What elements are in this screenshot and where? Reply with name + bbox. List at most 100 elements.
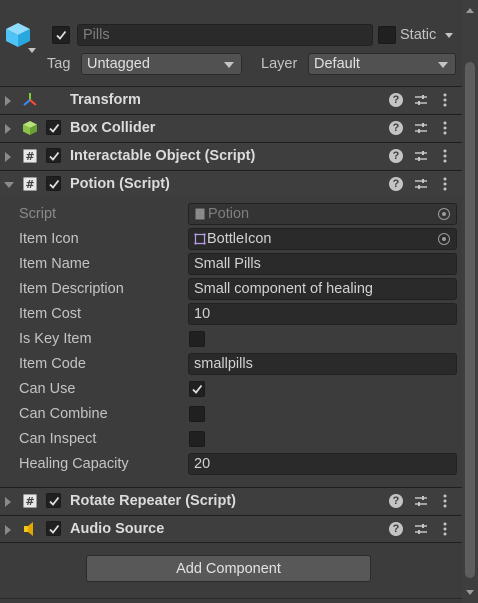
help-icon[interactable]: ?	[389, 121, 403, 135]
can-use-checkbox[interactable]	[189, 381, 205, 397]
component-enabled-checkbox[interactable]	[46, 148, 61, 163]
preset-sliders-icon[interactable]	[414, 93, 428, 107]
static-dropdown-arrow-icon[interactable]	[445, 33, 453, 38]
tag-dropdown-value: Untagged	[87, 56, 150, 72]
svg-text:#: #	[25, 495, 34, 508]
transform-icon	[23, 93, 37, 106]
scroll-down-arrow-icon[interactable]	[466, 590, 474, 595]
layer-dropdown[interactable]: Default	[308, 53, 456, 75]
healing-capacity-label: Healing Capacity	[19, 456, 129, 472]
preset-sliders-icon[interactable]	[414, 494, 428, 508]
checkmark-icon	[192, 384, 203, 394]
expand-arrow-icon[interactable]	[5, 96, 11, 106]
expand-arrow-icon[interactable]	[5, 525, 11, 535]
can-inspect-label: Can Inspect	[19, 431, 97, 447]
component-title: Potion (Script)	[70, 176, 170, 192]
preset-sliders-icon[interactable]	[414, 149, 428, 163]
item-code-field[interactable]: smallpills	[188, 353, 457, 375]
checkmark-icon	[48, 151, 59, 161]
component-enabled-checkbox[interactable]	[46, 176, 61, 191]
healing-capacity-field[interactable]: 20	[188, 453, 457, 475]
expand-arrow-icon[interactable]	[5, 497, 11, 507]
component-header-transform[interactable]: Transform ?	[0, 86, 462, 113]
checkmark-icon	[48, 524, 59, 534]
more-options-icon[interactable]	[442, 120, 448, 136]
component-header-box-collider[interactable]: Box Collider ?	[0, 114, 462, 141]
preset-sliders-icon[interactable]	[414, 522, 428, 536]
component-header-interactable-object[interactable]: # Interactable Object (Script) ?	[0, 142, 462, 169]
component-header-audio-source[interactable]: Audio Source ?	[0, 515, 462, 542]
can-use-label: Can Use	[19, 381, 76, 397]
item-icon-field[interactable]: BottleIcon	[188, 228, 457, 250]
item-description-field[interactable]: Small component of healing	[188, 278, 457, 300]
item-name-field[interactable]: Small Pills	[188, 253, 457, 275]
more-options-icon[interactable]	[442, 493, 448, 509]
checkmark-icon	[48, 496, 59, 506]
script-icon: #	[23, 177, 37, 191]
component-enabled-checkbox[interactable]	[46, 493, 61, 508]
divider	[0, 598, 462, 599]
item-cost-label: Item Cost	[19, 306, 82, 322]
chevron-down-icon	[224, 62, 234, 68]
help-icon[interactable]: ?	[389, 93, 403, 107]
box-collider-icon	[23, 121, 37, 135]
item-cost-field[interactable]: 10	[188, 303, 457, 325]
help-icon[interactable]: ?	[389, 522, 403, 536]
script-label: Script	[19, 206, 57, 222]
more-options-icon[interactable]	[442, 148, 448, 164]
component-title: Audio Source	[70, 521, 165, 537]
audio-source-icon	[24, 522, 33, 536]
preset-sliders-icon[interactable]	[414, 177, 428, 191]
divider	[0, 542, 462, 543]
scrollbar-thumb[interactable]	[465, 62, 475, 578]
is-key-item-label: Is Key Item	[19, 331, 92, 347]
component-title: Transform	[70, 92, 141, 108]
help-icon[interactable]: ?	[389, 177, 403, 191]
static-checkbox[interactable]	[378, 26, 396, 44]
add-component-button[interactable]: Add Component	[86, 555, 371, 582]
layer-dropdown-value: Default	[314, 56, 360, 72]
more-options-icon[interactable]	[442, 521, 448, 537]
expand-arrow-icon[interactable]	[5, 152, 11, 162]
checkmark-icon	[48, 123, 59, 133]
help-icon[interactable]: ?	[389, 149, 403, 163]
scroll-up-arrow-icon[interactable]	[466, 8, 474, 13]
component-enabled-checkbox[interactable]	[46, 521, 61, 536]
component-enabled-checkbox[interactable]	[46, 120, 61, 135]
can-combine-checkbox[interactable]	[189, 406, 205, 422]
item-icon-label: Item Icon	[19, 231, 79, 247]
more-options-icon[interactable]	[442, 92, 448, 108]
preset-sliders-icon[interactable]	[414, 121, 428, 135]
is-key-item-checkbox[interactable]	[189, 331, 205, 347]
object-name-field[interactable]: Pills	[77, 24, 373, 46]
chevron-down-icon	[438, 62, 448, 68]
script-icon: #	[23, 149, 37, 163]
item-icon-value: BottleIcon	[207, 231, 272, 247]
can-inspect-checkbox[interactable]	[189, 431, 205, 447]
active-toggle[interactable]	[52, 26, 70, 44]
object-picker-icon[interactable]	[438, 233, 450, 245]
script-field: Potion	[188, 203, 457, 225]
sprite-icon	[194, 233, 206, 245]
gameobject-cube-icon[interactable]	[5, 22, 31, 48]
more-options-icon[interactable]	[442, 176, 448, 192]
icon-dropdown-arrow-icon[interactable]	[28, 48, 36, 53]
script-icon: #	[23, 494, 37, 508]
svg-text:#: #	[25, 150, 34, 163]
static-label[interactable]: Static	[400, 27, 436, 43]
can-combine-label: Can Combine	[19, 406, 108, 422]
component-title: Rotate Repeater (Script)	[70, 493, 236, 509]
svg-text:#: #	[25, 178, 34, 191]
component-title: Box Collider	[70, 120, 156, 136]
tag-dropdown[interactable]: Untagged	[81, 53, 242, 75]
expand-arrow-icon[interactable]	[5, 124, 11, 134]
item-name-label: Item Name	[19, 256, 90, 272]
tag-label: Tag	[47, 56, 71, 72]
help-icon[interactable]: ?	[389, 494, 403, 508]
component-header-rotate-repeater[interactable]: # Rotate Repeater (Script) ?	[0, 487, 462, 514]
collapse-arrow-icon[interactable]	[4, 182, 14, 188]
checkmark-icon	[48, 179, 59, 189]
component-header-potion[interactable]: # Potion (Script) ?	[0, 170, 462, 197]
item-description-label: Item Description	[19, 281, 124, 297]
script-file-icon	[195, 208, 205, 220]
